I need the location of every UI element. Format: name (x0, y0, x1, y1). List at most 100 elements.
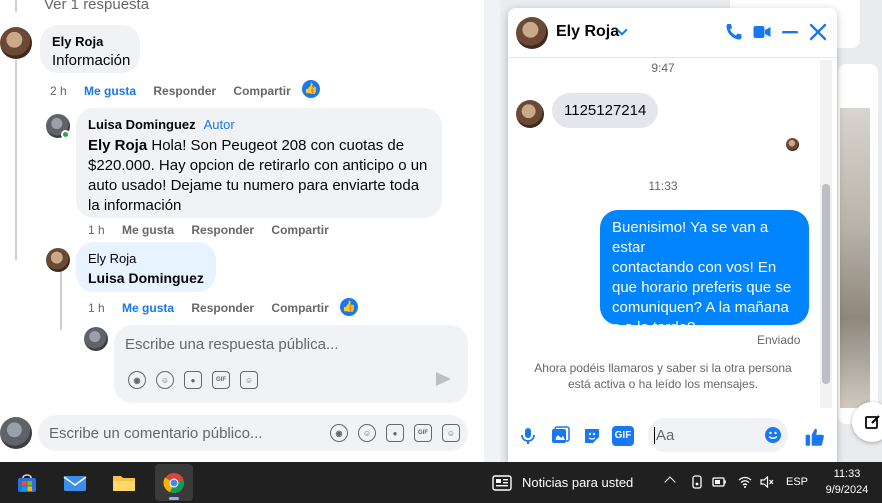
message-input-placeholder: Aa (656, 427, 675, 444)
avatar[interactable] (0, 27, 32, 59)
mail-app[interactable] (56, 464, 94, 501)
comment-author[interactable]: Ely Roja (88, 251, 136, 266)
gif-icon[interactable]: GIF (612, 426, 634, 446)
contact-avatar[interactable] (516, 17, 548, 49)
like-button[interactable]: Me gusta (122, 223, 174, 237)
share-button[interactable]: Compartir (233, 84, 290, 98)
chat-composer: GIF Aa (508, 410, 837, 462)
reply-button[interactable]: Responder (191, 223, 254, 237)
comment-author[interactable]: Ely Roja (52, 34, 103, 49)
thread-line (15, 60, 17, 260)
incoming-message[interactable]: 1125127214 (552, 93, 659, 128)
emoji-icon[interactable]: ☺ (156, 371, 174, 389)
message-line: Buenisimo! Ya se van a estar (612, 219, 769, 256)
comment-author[interactable]: Luisa Dominguez (88, 117, 196, 132)
reply-box[interactable]: Escribe una respuesta pública... ◉ ☺ ● G… (114, 325, 468, 403)
scrollbar-thumb[interactable] (822, 184, 830, 384)
comment-actions: 2 h Me gusta Responder Compartir (50, 84, 305, 98)
contact-avatar[interactable] (516, 100, 544, 128)
clock-time[interactable]: 11:33 (818, 468, 876, 480)
thread-line (60, 270, 62, 330)
message-input[interactable]: Aa (648, 418, 788, 452)
avatar-sticker-icon[interactable]: ◉ (330, 424, 348, 442)
phone-icon[interactable] (724, 22, 744, 42)
comment-text-line: auto usado! Dejame tu numero para enviar… (88, 177, 420, 194)
gif-icon[interactable]: GIF (212, 371, 230, 389)
gif-icon[interactable]: GIF (414, 424, 432, 442)
microphone-icon[interactable] (518, 426, 538, 446)
reply-button[interactable]: Responder (191, 301, 254, 315)
mention-link[interactable]: Ely Roja (88, 137, 147, 154)
avatar[interactable] (46, 248, 70, 272)
comment-bubble: Ely Roja Luisa Dominguez (76, 242, 216, 292)
reply-button[interactable]: Responder (153, 84, 216, 98)
sticker-icon[interactable] (582, 426, 602, 446)
like-reaction-icon[interactable]: 👍 (340, 298, 358, 316)
background-photo (840, 108, 870, 408)
chat-messages: 9:47 1125127214 11:33 Buenisimo! Ya se v… (508, 58, 818, 410)
outgoing-message[interactable]: Buenisimo! Ya se van a estar contactando… (600, 210, 809, 336)
wifi-icon[interactable] (738, 475, 752, 489)
comment-text[interactable]: Luisa Dominguez (88, 268, 204, 288)
clock-date[interactable]: 9/9/2024 (818, 484, 876, 496)
reply-tools: ◉ ☺ ● GIF ☺ (128, 371, 258, 389)
comment-bubble: Ely Roja Información (40, 25, 140, 73)
message-timestamp: 9:47 (651, 61, 675, 75)
like-button[interactable]: Me gusta (122, 301, 174, 315)
notice-line: está activa o ha leído los mensajes. (567, 377, 759, 391)
chevron-up-icon[interactable] (664, 476, 676, 488)
message-line: comuniquen? A la mañana (612, 299, 789, 316)
comment-box[interactable]: Escribe un comentario público... ◉ ☺ ● G… (38, 415, 468, 451)
chrome-app[interactable] (155, 464, 193, 501)
background-card-photo (838, 64, 878, 424)
news-widget-label[interactable]: Noticias para usted (522, 475, 633, 490)
comment-bubble: Luisa Dominguez Autor Ely Roja Hola! Son … (76, 108, 442, 218)
thumbs-up-icon[interactable] (804, 426, 826, 448)
mail-icon (63, 475, 87, 491)
feed-scrollbar[interactable] (484, 0, 500, 462)
comment-actions: 1 h Me gusta Responder Compartir (88, 301, 343, 315)
send-icon[interactable] (436, 372, 451, 386)
comment-time[interactable]: 1 h (88, 223, 105, 237)
like-reaction-icon[interactable]: 👍 (302, 80, 320, 98)
view-replies-link[interactable]: Ver 1 respuesta (44, 0, 149, 13)
share-button[interactable]: Compartir (271, 223, 328, 237)
sticker-icon[interactable]: ☺ (442, 424, 460, 442)
language-indicator[interactable]: ESP (784, 476, 810, 488)
contact-name[interactable]: Ely Roja (556, 23, 619, 41)
video-call-icon[interactable] (752, 22, 772, 42)
battery-icon[interactable] (712, 475, 726, 489)
comment-text: Información (52, 52, 131, 69)
avatar-sticker-icon[interactable]: ◉ (128, 371, 146, 389)
chat-header: Ely Roja (508, 8, 837, 58)
message-line: contactando con vos! En (612, 259, 777, 276)
emoji-icon[interactable] (764, 426, 782, 444)
reply-input[interactable]: Escribe una respuesta pública... (125, 336, 338, 353)
comment-time[interactable]: 2 h (50, 84, 67, 98)
comment-time[interactable]: 1 h (88, 301, 105, 315)
camera-icon[interactable]: ● (386, 424, 404, 442)
emoji-icon[interactable]: ☺ (358, 424, 376, 442)
photo-icon[interactable] (550, 426, 570, 446)
like-button[interactable]: Me gusta (84, 84, 136, 98)
file-explorer-app[interactable] (105, 464, 143, 501)
comment-input[interactable]: Escribe un comentario público... (49, 425, 262, 442)
message-status: Enviado (757, 333, 801, 347)
comment-text: Ely Roja Hola! Son Peugeot 208 con cuota… (88, 136, 430, 216)
share-button[interactable]: Compartir (271, 301, 328, 315)
volume-muted-icon[interactable] (760, 475, 774, 489)
privacy-notice: Ahora podéis llamaros y saber si la otra… (508, 360, 818, 392)
comment-text-line: la información (88, 197, 182, 214)
chat-scrollbar[interactable] (820, 60, 832, 408)
device-icon[interactable] (690, 475, 704, 489)
camera-icon[interactable]: ● (184, 371, 202, 389)
minimize-icon[interactable] (780, 22, 800, 42)
store-app[interactable] (8, 464, 46, 501)
close-icon[interactable] (808, 22, 828, 42)
thread-line (15, 0, 17, 12)
online-status-icon (61, 130, 70, 139)
new-message-button[interactable] (852, 402, 882, 442)
news-icon[interactable] (492, 474, 512, 492)
comment-text-line: $220.000. Hay opcion de retirarlo con an… (88, 157, 428, 174)
sticker-icon[interactable]: ☺ (240, 371, 258, 389)
